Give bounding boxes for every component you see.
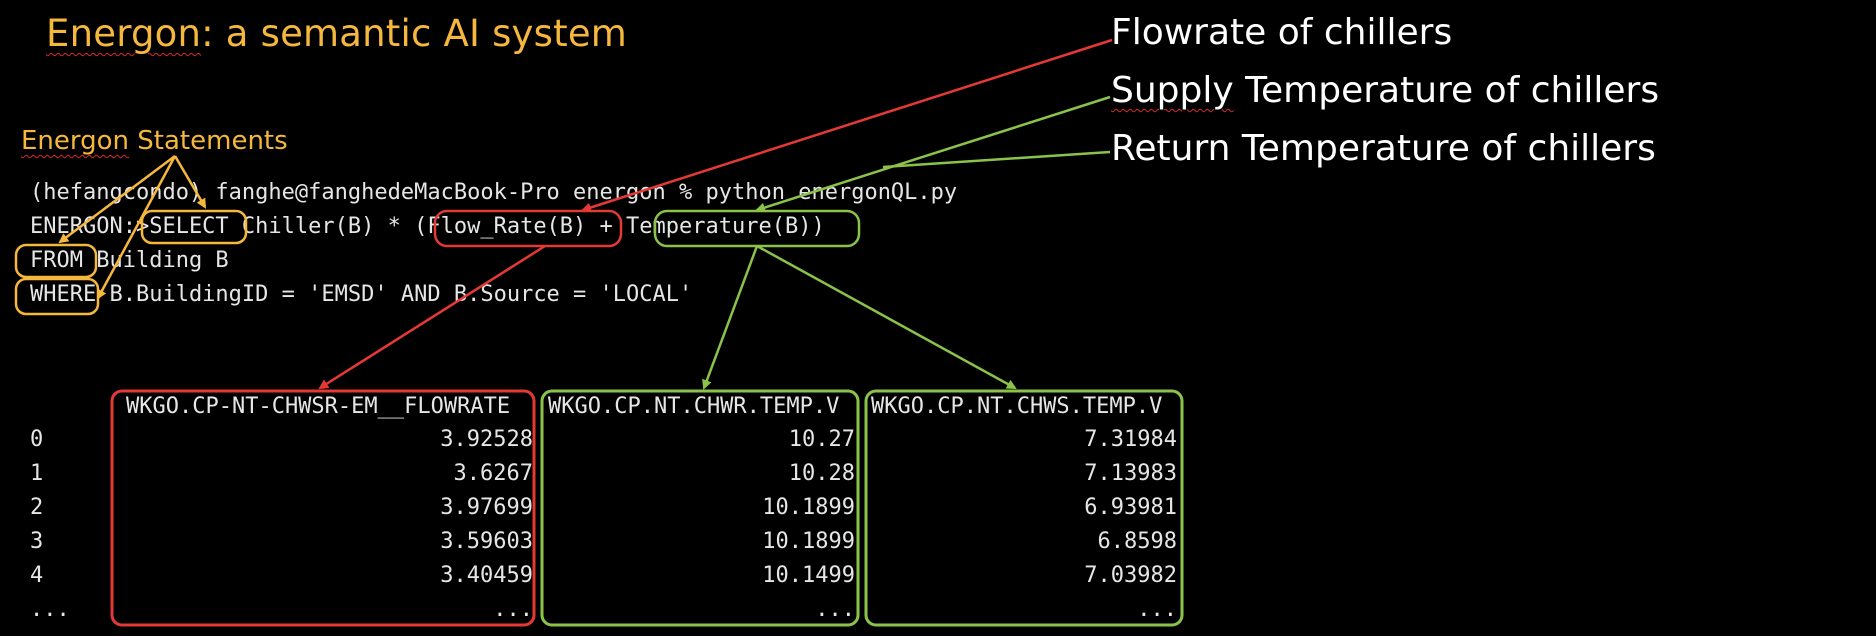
- temperature-function-highlight: [653, 209, 861, 248]
- slide-canvas: Energon: a semantic AI system Energon St…: [0, 0, 1876, 636]
- arrow-query-to-chwr-column: [702, 245, 759, 390]
- arrow-to-where: [96, 155, 177, 300]
- arrow-to-from: [58, 154, 176, 244]
- where-keyword-highlight: [14, 277, 100, 316]
- arrow-to-select: [173, 155, 207, 209]
- flow-rate-function-highlight: [433, 209, 623, 248]
- flowrate-column-box: [110, 389, 536, 627]
- arrow-flowrate-to-query: [581, 38, 1113, 213]
- arrow-query-to-chws-column: [756, 244, 1017, 390]
- from-keyword-highlight: [14, 243, 98, 279]
- arrow-query-to-flowrate-column: [318, 244, 546, 390]
- chws-column-box: [864, 389, 1184, 627]
- annotation-overlay: [14, 38, 1184, 627]
- chwr-column-box: [540, 389, 860, 627]
- select-keyword-highlight: [140, 209, 248, 245]
- arrow-supply-to-query: [755, 95, 1111, 213]
